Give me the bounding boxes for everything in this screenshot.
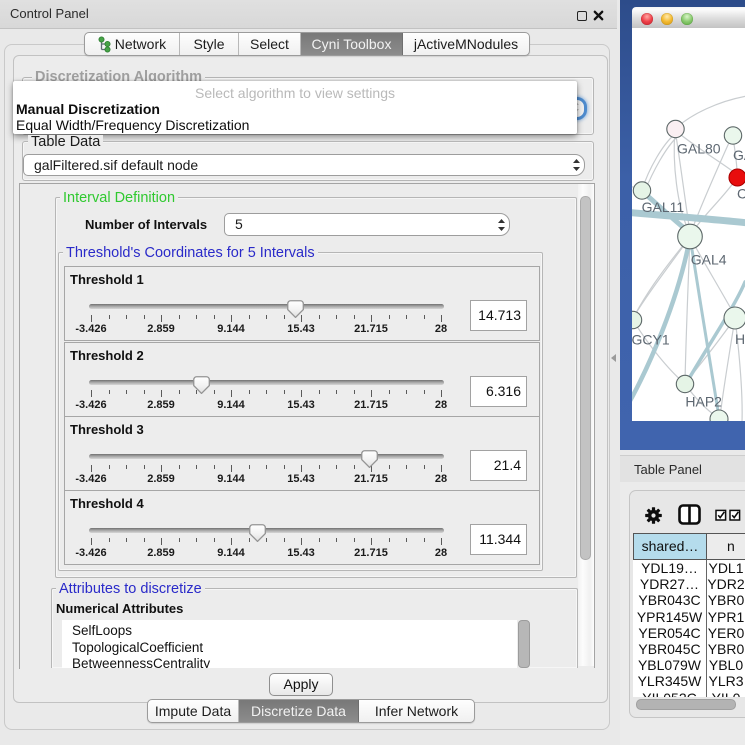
svg-text:CR: CR <box>737 185 745 201</box>
svg-text:GAL80: GAL80 <box>677 141 721 157</box>
svg-text:GAL4: GAL4 <box>691 252 727 268</box>
svg-text:GAL11: GAL11 <box>642 199 685 215</box>
svg-text:HAP2: HAP2 <box>685 394 722 410</box>
svg-text:GCY1: GCY1 <box>632 332 670 348</box>
svg-text:H: H <box>735 331 745 347</box>
svg-text:GA: GA <box>733 147 745 163</box>
